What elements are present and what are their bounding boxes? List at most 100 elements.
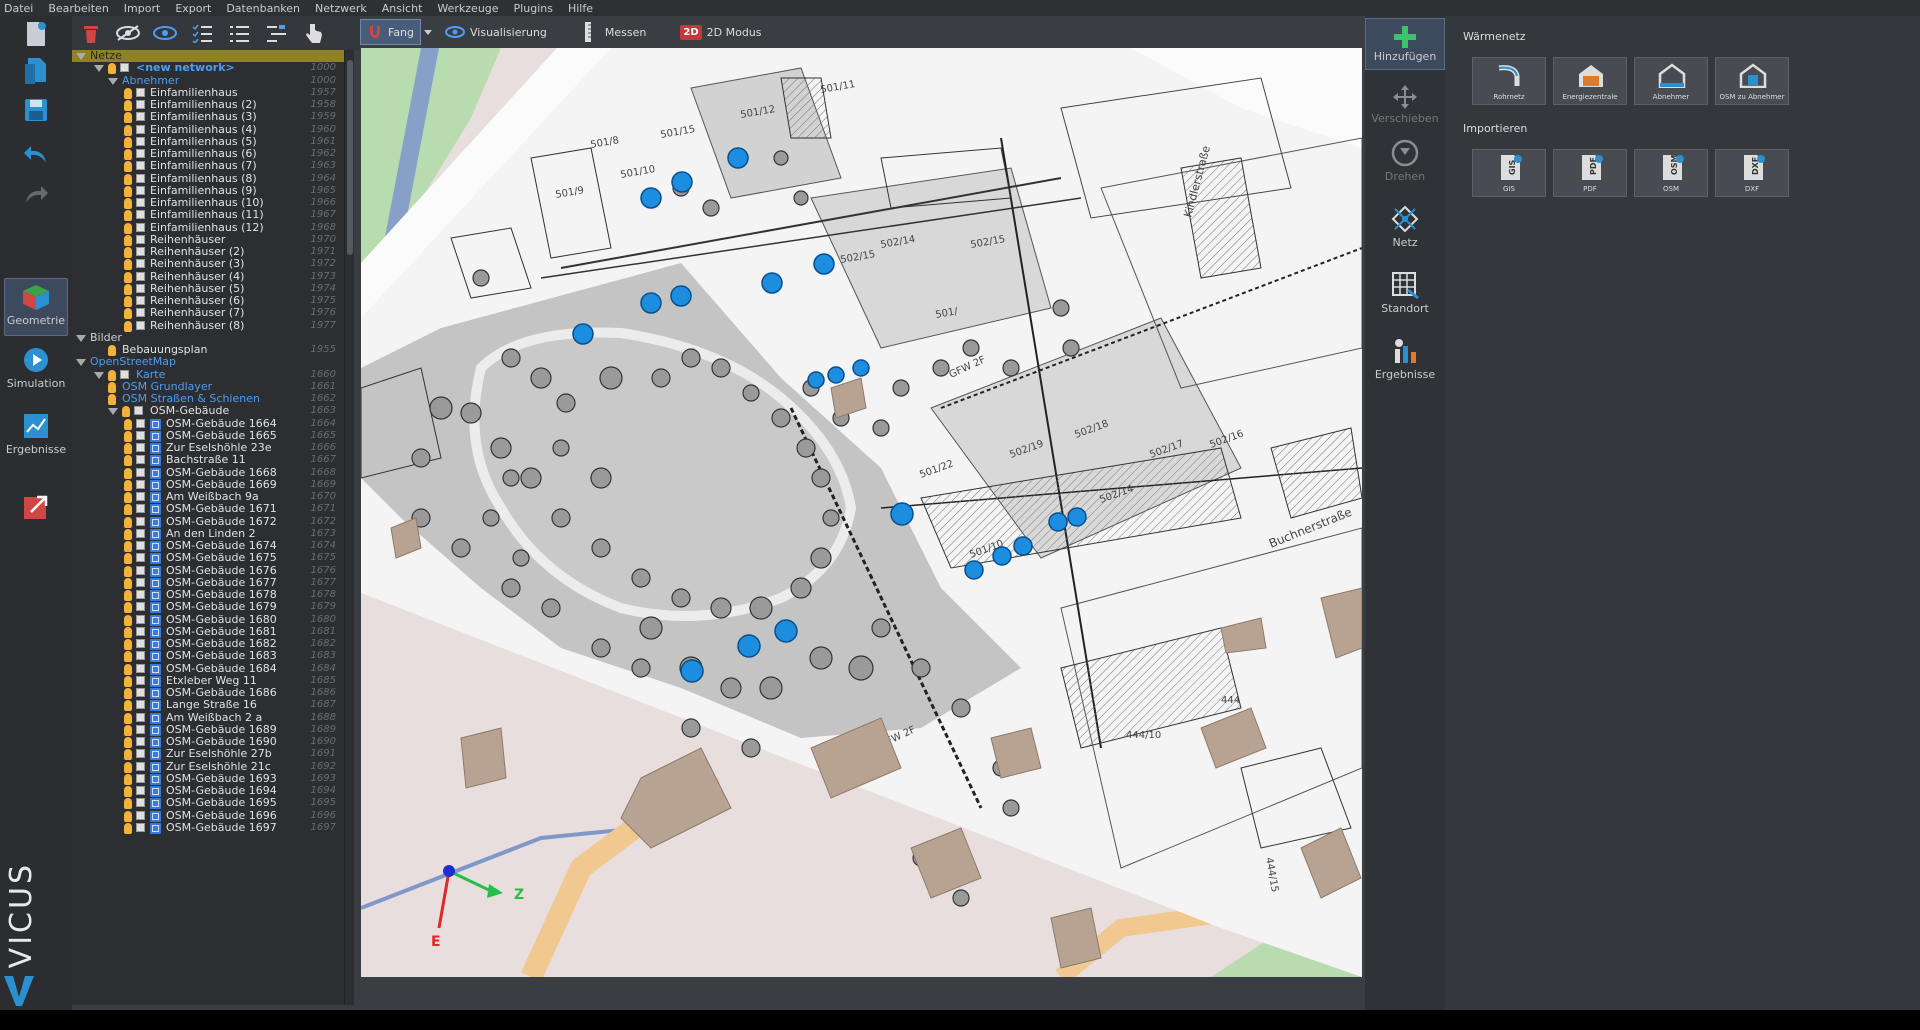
selection-checkbox[interactable] bbox=[136, 639, 145, 648]
selection-checkbox[interactable] bbox=[136, 590, 145, 599]
tree-row[interactable]: Einfamilienhaus (6) 1962 bbox=[72, 148, 344, 160]
selection-checkbox[interactable] bbox=[136, 798, 145, 808]
selection-checkbox[interactable] bbox=[136, 688, 145, 697]
selection-checkbox[interactable] bbox=[136, 271, 145, 281]
tree-row[interactable]: OSM-Gebäude 1671 1671 bbox=[72, 503, 344, 516]
consumer-node[interactable] bbox=[761, 272, 783, 294]
selection-checkbox[interactable] bbox=[136, 516, 145, 526]
selection-checkbox[interactable] bbox=[134, 406, 143, 416]
selection-checkbox[interactable] bbox=[136, 210, 145, 220]
tree-row[interactable]: Einfamilienhaus (7) 1963 bbox=[72, 160, 344, 173]
menu-item[interactable]: Werkzeuge bbox=[437, 2, 498, 15]
tree-row[interactable]: Einfamilienhaus 1957 bbox=[72, 86, 344, 99]
menu-item[interactable]: Netzwerk bbox=[315, 2, 367, 15]
menu-item[interactable]: Export bbox=[175, 2, 211, 15]
expand-caret-icon[interactable] bbox=[108, 408, 118, 416]
selection-checkbox[interactable] bbox=[136, 161, 145, 171]
menu-item[interactable]: Ansicht bbox=[382, 2, 423, 15]
expand-caret-icon[interactable] bbox=[94, 371, 104, 379]
tree-scrollbar-thumb[interactable] bbox=[347, 60, 353, 255]
tree-row[interactable]: Lange Straße 16 1687 bbox=[72, 699, 344, 712]
selection-checkbox[interactable] bbox=[136, 430, 145, 440]
selection-checkbox[interactable] bbox=[136, 259, 145, 269]
selection-checkbox[interactable] bbox=[136, 443, 145, 452]
selection-checkbox[interactable] bbox=[136, 320, 145, 330]
consumer-node[interactable] bbox=[807, 371, 825, 389]
nav-results[interactable]: Ergebnisse bbox=[4, 412, 68, 456]
save-button[interactable] bbox=[4, 96, 68, 124]
show-button[interactable] bbox=[152, 21, 178, 45]
consumer-node[interactable] bbox=[640, 187, 662, 209]
tree-row[interactable]: Zur Eselshöhle 27b 1691 bbox=[72, 748, 344, 761]
consumer-node[interactable] bbox=[680, 659, 704, 683]
tree-row[interactable]: OSM Grundlayer 1661 bbox=[72, 380, 344, 393]
selection-checkbox[interactable] bbox=[136, 651, 145, 661]
pointer-button[interactable] bbox=[300, 21, 326, 45]
selection-checkbox[interactable] bbox=[136, 455, 145, 465]
selection-checkbox[interactable] bbox=[136, 737, 145, 746]
tree-row[interactable]: OSM-Gebäude 1689 1689 bbox=[72, 723, 344, 736]
measure-button[interactable]: Messen bbox=[575, 19, 652, 45]
consumer-node[interactable] bbox=[827, 366, 845, 384]
list-button[interactable] bbox=[226, 21, 252, 45]
selection-checkbox[interactable] bbox=[136, 467, 145, 477]
selection-checkbox[interactable] bbox=[136, 479, 145, 489]
selection-checkbox[interactable] bbox=[136, 504, 145, 514]
tree-row[interactable]: Einfamilienhaus (10) 1966 bbox=[72, 197, 344, 209]
consumer-node[interactable] bbox=[890, 502, 914, 526]
selection-checkbox[interactable] bbox=[136, 100, 145, 109]
import-gis-tile[interactable]: GIS GIS bbox=[1472, 149, 1546, 197]
selection-checkbox[interactable] bbox=[136, 786, 145, 795]
selection-checkbox[interactable] bbox=[136, 283, 145, 293]
new-file-button[interactable] bbox=[4, 20, 68, 48]
tree-row[interactable]: OSM-Gebäude 1686 1686 bbox=[72, 687, 344, 699]
tree-row[interactable]: Netze bbox=[72, 50, 344, 62]
tree-row[interactable]: OSM-Gebäude 1676 1676 bbox=[72, 564, 344, 577]
selection-checkbox[interactable] bbox=[136, 198, 145, 207]
tree-row[interactable]: OSM-Gebäude 1677 1677 bbox=[72, 576, 344, 589]
menu-item[interactable]: Datei bbox=[4, 2, 33, 15]
export-button[interactable] bbox=[4, 492, 68, 522]
menu-item[interactable]: Plugins bbox=[514, 2, 553, 15]
consumer-node[interactable] bbox=[572, 323, 594, 345]
selection-checkbox[interactable] bbox=[136, 173, 145, 183]
open-file-button[interactable] bbox=[4, 56, 68, 86]
tree-row[interactable]: OSM-Gebäude 1679 1679 bbox=[72, 601, 344, 614]
tree-row[interactable]: Reihenhäuser 1970 bbox=[72, 233, 344, 246]
tree-row[interactable]: Am Weißbach 2 a 1688 bbox=[72, 711, 344, 724]
3d-viewport[interactable]: 501/8 501/12 501/15 501/10 501/9 501/11 … bbox=[361, 48, 1362, 977]
selection-checkbox[interactable] bbox=[136, 136, 145, 146]
selection-checkbox[interactable] bbox=[136, 124, 145, 134]
selection-checkbox[interactable] bbox=[136, 724, 145, 734]
menu-item[interactable]: Hilfe bbox=[568, 2, 593, 15]
visualization-button[interactable]: Visualisierung bbox=[439, 19, 553, 45]
snap-toggle[interactable]: Fang bbox=[360, 19, 422, 45]
rotate-button[interactable]: Drehen bbox=[1365, 138, 1445, 183]
tree-row[interactable]: OSM-Gebäude 1693 1693 bbox=[72, 772, 344, 785]
tree-row[interactable]: OSM-Gebäude 1680 1680 bbox=[72, 613, 344, 626]
tree-row[interactable]: Einfamilienhaus (5) 1961 bbox=[72, 135, 344, 148]
tree-row[interactable]: Reihenhäuser (6) 1975 bbox=[72, 295, 344, 307]
tree-row[interactable]: OSM-Gebäude 1663 bbox=[72, 405, 344, 418]
consumer-node[interactable] bbox=[640, 292, 662, 314]
selection-checkbox[interactable] bbox=[136, 553, 145, 563]
tree-row[interactable]: OSM-Gebäude 1665 1665 bbox=[72, 429, 344, 442]
import-pdf-tile[interactable]: PDF PDF bbox=[1553, 149, 1627, 197]
tree-row[interactable]: Bachstraße 11 1667 bbox=[72, 454, 344, 467]
selection-checkbox[interactable] bbox=[136, 602, 145, 612]
tree-row[interactable]: Einfamilienhaus (11) 1967 bbox=[72, 209, 344, 222]
tree-row[interactable]: OSM-Gebäude 1696 1696 bbox=[72, 809, 344, 822]
tree-row[interactable]: OSM-Gebäude 1678 1678 bbox=[72, 589, 344, 601]
tree-row[interactable]: OSM-Gebäude 1694 1694 bbox=[72, 785, 344, 797]
selection-checkbox[interactable] bbox=[136, 492, 145, 501]
consumer-node[interactable] bbox=[727, 147, 749, 169]
pipe-network-tile[interactable]: Rohrnetz bbox=[1472, 57, 1546, 105]
expand-caret-icon[interactable] bbox=[76, 53, 86, 60]
tree-row[interactable]: OSM-Gebäude 1684 1684 bbox=[72, 662, 344, 675]
nav-geometry[interactable]: Geometrie bbox=[4, 278, 68, 336]
mode-2d-button[interactable]: 2D 2D Modus bbox=[674, 19, 767, 45]
expand-caret-icon[interactable] bbox=[108, 77, 118, 85]
tree-row[interactable]: Am Weißbach 9a 1670 bbox=[72, 491, 344, 503]
selection-checkbox[interactable] bbox=[136, 773, 145, 783]
selection-checkbox[interactable] bbox=[120, 369, 129, 379]
